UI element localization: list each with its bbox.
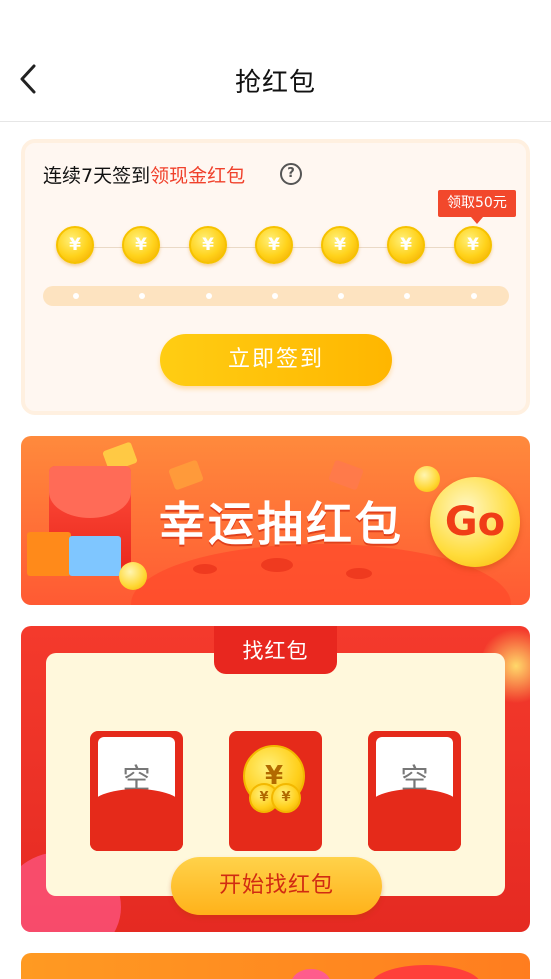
progress-dot [338, 293, 344, 299]
red-packet-card[interactable]: 空 [90, 731, 183, 851]
help-icon[interactable]: ? [280, 163, 302, 185]
find-red-packet-card: 空 ¥ ¥ ¥ 空 找红包 开始找红包 [21, 626, 530, 932]
start-find-button[interactable]: 开始找红包 [171, 857, 382, 915]
lucky-draw-banner[interactable]: 幸运抽红包 Go [21, 436, 530, 605]
signin-title-highlight: 领现金红包 [150, 165, 246, 187]
decor-ticket [168, 459, 204, 491]
packet-cover [90, 789, 183, 851]
reward-tag: 领取50元 [438, 190, 516, 224]
decor-ball [119, 562, 147, 590]
lucky-draw-title: 幸运抽红包 [159, 497, 404, 551]
red-packet-card[interactable]: ¥ ¥ ¥ [229, 731, 322, 851]
coin-icon: ¥ [271, 783, 301, 813]
signin-button[interactable]: 立即签到 [160, 334, 392, 386]
decor-oval [261, 558, 293, 572]
signin-coins-row: ¥ ¥ ¥ ¥ ¥ ¥ ¥ [55, 226, 500, 270]
decor-shape [291, 969, 331, 979]
go-button[interactable]: Go [430, 477, 520, 567]
packet-cover [368, 789, 461, 851]
decor-ball [414, 466, 440, 492]
progress-dot [139, 293, 145, 299]
signin-progress-track [43, 286, 509, 306]
progress-dot [404, 293, 410, 299]
find-tab-label: 找红包 [214, 626, 337, 674]
page: 抢红包 连续7天签到领现金红包 ? 领取50元 ¥ ¥ ¥ ¥ ¥ ¥ ¥ 立即… [0, 0, 551, 979]
decor-ticket [328, 459, 364, 491]
coin-icon: ¥ [189, 226, 227, 264]
coin-icon: ¥ [321, 226, 359, 264]
progress-dot [73, 293, 79, 299]
top-bar: 抢红包 [0, 40, 551, 122]
decor-oval [193, 564, 217, 574]
progress-dot [206, 293, 212, 299]
progress-dot [272, 293, 278, 299]
coin-icon: ¥ [454, 226, 492, 264]
decor-oval [346, 568, 372, 579]
coin-icon: ¥ [56, 226, 94, 264]
signin-card: 连续7天签到领现金红包 ? 领取50元 ¥ ¥ ¥ ¥ ¥ ¥ ¥ 立即签到 [21, 139, 530, 415]
next-banner[interactable] [21, 953, 530, 979]
progress-dot [471, 293, 477, 299]
decor-shape [371, 965, 481, 979]
coin-icon: ¥ [387, 226, 425, 264]
coin-icon: ¥ [122, 226, 160, 264]
envelope-flap [49, 466, 131, 518]
page-title: 抢红包 [234, 68, 316, 98]
gift-box-icon [27, 532, 71, 576]
gift-box-icon [69, 536, 121, 576]
coin-icon: ¥ [255, 226, 293, 264]
red-packet-card[interactable]: 空 [368, 731, 461, 851]
signin-title: 连续7天签到领现金红包 [43, 161, 245, 188]
signin-title-prefix: 连续7天签到 [43, 165, 151, 187]
